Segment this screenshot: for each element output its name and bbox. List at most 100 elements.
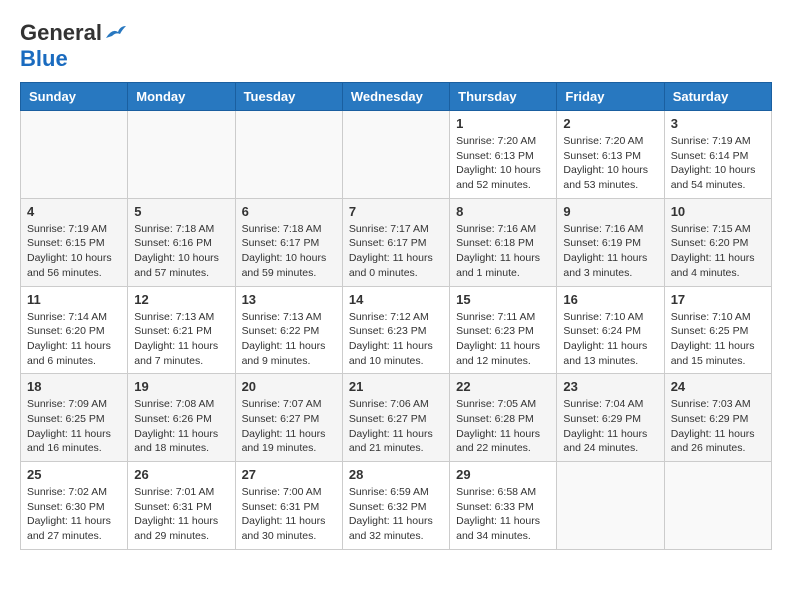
day-number: 6	[242, 204, 336, 219]
day-info: Sunrise: 7:13 AMSunset: 6:22 PMDaylight:…	[242, 310, 336, 369]
day-number: 25	[27, 467, 121, 482]
calendar-cell	[557, 462, 664, 550]
calendar-cell: 26 Sunrise: 7:01 AMSunset: 6:31 PMDayligh…	[128, 462, 235, 550]
header-tuesday: Tuesday	[235, 83, 342, 111]
calendar-cell: 12 Sunrise: 7:13 AMSunset: 6:21 PMDayligh…	[128, 286, 235, 374]
day-number: 5	[134, 204, 228, 219]
calendar-cell: 29 Sunrise: 6:58 AMSunset: 6:33 PMDayligh…	[450, 462, 557, 550]
day-info: Sunrise: 7:02 AMSunset: 6:30 PMDaylight:…	[27, 485, 121, 544]
calendar-cell: 23 Sunrise: 7:04 AMSunset: 6:29 PMDayligh…	[557, 374, 664, 462]
calendar-cell	[342, 111, 449, 199]
day-info: Sunrise: 7:14 AMSunset: 6:20 PMDaylight:…	[27, 310, 121, 369]
header-monday: Monday	[128, 83, 235, 111]
logo-blue: Blue	[20, 46, 68, 72]
day-info: Sunrise: 7:19 AMSunset: 6:14 PMDaylight:…	[671, 134, 765, 193]
day-number: 16	[563, 292, 657, 307]
header-saturday: Saturday	[664, 83, 771, 111]
day-number: 10	[671, 204, 765, 219]
day-info: Sunrise: 7:17 AMSunset: 6:17 PMDaylight:…	[349, 222, 443, 281]
calendar-cell	[21, 111, 128, 199]
day-number: 26	[134, 467, 228, 482]
day-info: Sunrise: 7:00 AMSunset: 6:31 PMDaylight:…	[242, 485, 336, 544]
calendar-cell: 27 Sunrise: 7:00 AMSunset: 6:31 PMDayligh…	[235, 462, 342, 550]
header-wednesday: Wednesday	[342, 83, 449, 111]
calendar-cell: 16 Sunrise: 7:10 AMSunset: 6:24 PMDayligh…	[557, 286, 664, 374]
day-info: Sunrise: 7:13 AMSunset: 6:21 PMDaylight:…	[134, 310, 228, 369]
day-info: Sunrise: 7:09 AMSunset: 6:25 PMDaylight:…	[27, 397, 121, 456]
calendar-cell: 4Sunrise: 7:19 AMSunset: 6:15 PMDaylight…	[21, 198, 128, 286]
day-number: 12	[134, 292, 228, 307]
day-info: Sunrise: 7:10 AMSunset: 6:24 PMDaylight:…	[563, 310, 657, 369]
day-info: Sunrise: 7:18 AMSunset: 6:17 PMDaylight:…	[242, 222, 336, 281]
calendar-cell: 21 Sunrise: 7:06 AMSunset: 6:27 PMDayligh…	[342, 374, 449, 462]
day-number: 7	[349, 204, 443, 219]
day-number: 11	[27, 292, 121, 307]
calendar-cell: 18Sunrise: 7:09 AMSunset: 6:25 PMDayligh…	[21, 374, 128, 462]
day-number: 21	[349, 379, 443, 394]
day-info: Sunrise: 6:58 AMSunset: 6:33 PMDaylight:…	[456, 485, 550, 544]
calendar-cell: 3 Sunrise: 7:19 AMSunset: 6:14 PMDaylight…	[664, 111, 771, 199]
day-number: 2	[563, 116, 657, 131]
day-number: 19	[134, 379, 228, 394]
day-number: 28	[349, 467, 443, 482]
day-info: Sunrise: 7:20 AMSunset: 6:13 PMDaylight:…	[456, 134, 550, 193]
day-info: Sunrise: 7:03 AMSunset: 6:29 PMDaylight:…	[671, 397, 765, 456]
day-info: Sunrise: 7:16 AMSunset: 6:19 PMDaylight:…	[563, 222, 657, 281]
day-info: Sunrise: 7:06 AMSunset: 6:27 PMDaylight:…	[349, 397, 443, 456]
day-number: 1	[456, 116, 550, 131]
week-row-5: 25 Sunrise: 7:02 AMSunset: 6:30 PMDayligh…	[21, 462, 772, 550]
day-number: 3	[671, 116, 765, 131]
day-info: Sunrise: 7:12 AMSunset: 6:23 PMDaylight:…	[349, 310, 443, 369]
calendar-table: SundayMondayTuesdayWednesdayThursdayFrid…	[20, 82, 772, 550]
calendar-cell: 10 Sunrise: 7:15 AMSunset: 6:20 PMDayligh…	[664, 198, 771, 286]
calendar-cell: 28 Sunrise: 6:59 AMSunset: 6:32 PMDayligh…	[342, 462, 449, 550]
day-number: 14	[349, 292, 443, 307]
week-row-3: 11 Sunrise: 7:14 AMSunset: 6:20 PMDayligh…	[21, 286, 772, 374]
calendar-cell: 14 Sunrise: 7:12 AMSunset: 6:23 PMDayligh…	[342, 286, 449, 374]
calendar-cell: 2 Sunrise: 7:20 AMSunset: 6:13 PMDaylight…	[557, 111, 664, 199]
calendar-cell: 8Sunrise: 7:16 AMSunset: 6:18 PMDaylight…	[450, 198, 557, 286]
day-number: 8	[456, 204, 550, 219]
calendar-cell: 9 Sunrise: 7:16 AMSunset: 6:19 PMDaylight…	[557, 198, 664, 286]
day-number: 9	[563, 204, 657, 219]
day-info: Sunrise: 7:04 AMSunset: 6:29 PMDaylight:…	[563, 397, 657, 456]
day-number: 23	[563, 379, 657, 394]
calendar-cell: 20 Sunrise: 7:07 AMSunset: 6:27 PMDayligh…	[235, 374, 342, 462]
day-number: 20	[242, 379, 336, 394]
day-info: Sunrise: 6:59 AMSunset: 6:32 PMDaylight:…	[349, 485, 443, 544]
header-friday: Friday	[557, 83, 664, 111]
day-number: 17	[671, 292, 765, 307]
day-info: Sunrise: 7:08 AMSunset: 6:26 PMDaylight:…	[134, 397, 228, 456]
logo-bird-icon	[104, 24, 126, 42]
day-info: Sunrise: 7:07 AMSunset: 6:27 PMDaylight:…	[242, 397, 336, 456]
calendar-cell: 22 Sunrise: 7:05 AMSunset: 6:28 PMDayligh…	[450, 374, 557, 462]
calendar-cell	[664, 462, 771, 550]
calendar-cell: 6 Sunrise: 7:18 AMSunset: 6:17 PMDaylight…	[235, 198, 342, 286]
calendar-cell	[235, 111, 342, 199]
day-number: 22	[456, 379, 550, 394]
calendar-cell: 1 Sunrise: 7:20 AMSunset: 6:13 PMDaylight…	[450, 111, 557, 199]
day-info: Sunrise: 7:11 AMSunset: 6:23 PMDaylight:…	[456, 310, 550, 369]
calendar-header-row: SundayMondayTuesdayWednesdayThursdayFrid…	[21, 83, 772, 111]
calendar-cell: 5Sunrise: 7:18 AMSunset: 6:16 PMDaylight…	[128, 198, 235, 286]
calendar-cell: 24 Sunrise: 7:03 AMSunset: 6:29 PMDayligh…	[664, 374, 771, 462]
logo: General Blue	[20, 20, 126, 72]
week-row-2: 4Sunrise: 7:19 AMSunset: 6:15 PMDaylight…	[21, 198, 772, 286]
calendar-cell: 17Sunrise: 7:10 AMSunset: 6:25 PMDayligh…	[664, 286, 771, 374]
day-info: Sunrise: 7:20 AMSunset: 6:13 PMDaylight:…	[563, 134, 657, 193]
calendar-cell: 19 Sunrise: 7:08 AMSunset: 6:26 PMDayligh…	[128, 374, 235, 462]
week-row-4: 18Sunrise: 7:09 AMSunset: 6:25 PMDayligh…	[21, 374, 772, 462]
day-info: Sunrise: 7:01 AMSunset: 6:31 PMDaylight:…	[134, 485, 228, 544]
header-sunday: Sunday	[21, 83, 128, 111]
header-thursday: Thursday	[450, 83, 557, 111]
day-number: 29	[456, 467, 550, 482]
calendar-cell: 7 Sunrise: 7:17 AMSunset: 6:17 PMDaylight…	[342, 198, 449, 286]
day-number: 27	[242, 467, 336, 482]
calendar-cell: 25 Sunrise: 7:02 AMSunset: 6:30 PMDayligh…	[21, 462, 128, 550]
calendar-cell: 13Sunrise: 7:13 AMSunset: 6:22 PMDayligh…	[235, 286, 342, 374]
day-info: Sunrise: 7:19 AMSunset: 6:15 PMDaylight:…	[27, 222, 121, 281]
day-info: Sunrise: 7:15 AMSunset: 6:20 PMDaylight:…	[671, 222, 765, 281]
calendar-cell	[128, 111, 235, 199]
day-number: 24	[671, 379, 765, 394]
day-info: Sunrise: 7:05 AMSunset: 6:28 PMDaylight:…	[456, 397, 550, 456]
